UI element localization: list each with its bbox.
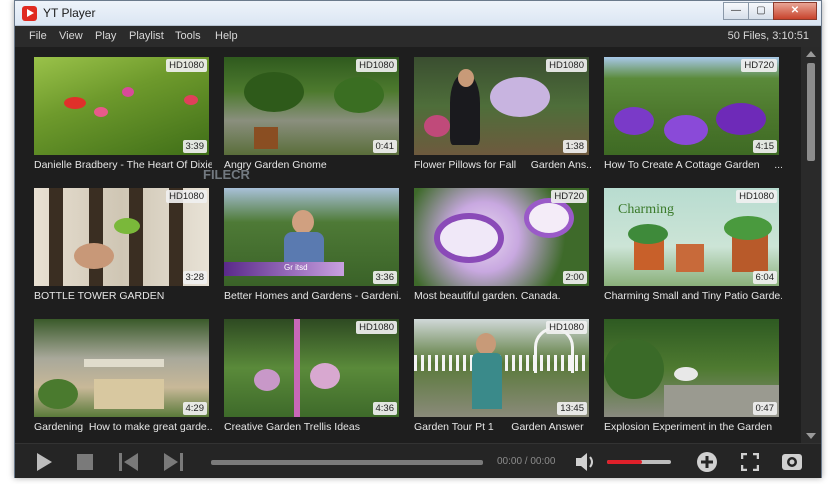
video-title: Garden Tour Pt 1 Garden Answer — [414, 421, 584, 433]
video-tile[interactable]: HD1080 3:39 Danielle Bradbery - The Hear… — [34, 57, 212, 175]
video-tile[interactable]: Gr itsd 3:36 Better Homes and Gardens - … — [224, 188, 402, 306]
video-thumbnail[interactable]: HD1080 13:45 — [414, 319, 589, 417]
video-tile[interactable]: 0:47 Explosion Experiment in the Garden — [604, 319, 779, 437]
duration-badge: 4:29 — [182, 402, 207, 415]
video-thumbnail[interactable]: HD1080 0:41 — [224, 57, 399, 155]
video-title: How To Create A Cottage Garden ... — [604, 159, 782, 171]
video-tile[interactable]: HD1080 3:28 BOTTLE TOWER GARDEN — [34, 188, 209, 306]
maximize-button[interactable]: ▢ — [748, 2, 774, 20]
previous-icon[interactable] — [119, 453, 139, 471]
watermark-text: FILECR — [203, 167, 250, 182]
duration-badge: 3:28 — [182, 271, 207, 284]
quality-badge: HD1080 — [166, 59, 207, 72]
video-tile[interactable]: Charming HD1080 6:04 Charming Small and … — [604, 188, 782, 306]
video-tile[interactable]: HD1080 4:36 Creative Garden Trellis Idea… — [224, 319, 399, 437]
next-icon[interactable] — [163, 453, 183, 471]
video-title: Better Homes and Gardens - Gardeni... — [224, 290, 402, 302]
video-thumbnail[interactable]: HD1080 3:28 — [34, 188, 209, 286]
video-tile[interactable]: HD1080 0:41 Angry Garden Gnome — [224, 57, 399, 175]
video-tile[interactable]: HD720 4:15 How To Create A Cottage Garde… — [604, 57, 782, 175]
add-icon[interactable] — [697, 452, 717, 472]
scroll-up-icon[interactable] — [806, 51, 816, 57]
close-button[interactable]: ✕ — [773, 2, 817, 20]
video-title: Flower Pillows for Fall Garden Ans... — [414, 159, 592, 171]
video-overlay-text: Gr itsd — [284, 263, 308, 272]
app-logo-icon — [22, 6, 37, 21]
video-thumbnail[interactable]: Charming HD1080 6:04 — [604, 188, 779, 286]
duration-badge: 0:47 — [752, 402, 777, 415]
duration-badge: 13:45 — [557, 402, 587, 415]
video-title: Charming Small and Tiny Patio Garde... — [604, 290, 782, 302]
video-tile[interactable]: 4:29 Gardening How to make great garde..… — [34, 319, 212, 437]
duration-badge: 0:41 — [372, 140, 397, 153]
video-title: Most beautiful garden. Canada. — [414, 290, 561, 302]
video-grid: HD1080 3:39 Danielle Bradbery - The Hear… — [15, 47, 801, 443]
quality-badge: HD1080 — [356, 59, 397, 72]
menu-file[interactable]: File — [29, 30, 47, 42]
window-title: YT Player — [43, 6, 96, 20]
minimize-button[interactable]: — — [723, 2, 749, 20]
duration-badge: 3:39 — [182, 140, 207, 153]
video-thumbnail[interactable]: HD1080 4:36 — [224, 319, 399, 417]
volume-icon[interactable] — [575, 452, 597, 472]
video-title: Explosion Experiment in the Garden — [604, 421, 773, 433]
video-thumbnail[interactable]: 0:47 — [604, 319, 779, 417]
video-tile[interactable]: HD1080 13:45 Garden Tour Pt 1 Garden Ans… — [414, 319, 589, 437]
menu-view[interactable]: View — [59, 30, 83, 42]
stop-icon[interactable] — [77, 454, 93, 470]
duration-badge: 3:36 — [372, 271, 397, 284]
quality-badge: HD720 — [741, 59, 777, 72]
seek-bar[interactable] — [211, 460, 483, 465]
duration-badge: 4:15 — [752, 140, 777, 153]
video-thumbnail[interactable]: HD720 2:00 — [414, 188, 589, 286]
scrollbar-thumb[interactable] — [807, 63, 815, 161]
video-title: Angry Garden Gnome — [224, 159, 327, 171]
eye-icon[interactable] — [781, 453, 803, 471]
video-title: Gardening How to make great garde... — [34, 421, 212, 433]
duration-badge: 4:36 — [372, 402, 397, 415]
title-bar: YT Player — ▢ ✕ — [15, 1, 821, 26]
quality-badge: HD1080 — [546, 59, 587, 72]
video-thumbnail[interactable]: HD720 4:15 — [604, 57, 779, 155]
quality-badge: HD1080 — [546, 321, 587, 334]
app-window: YT Player — ▢ ✕ File View Play Playlist … — [14, 0, 822, 478]
video-title: Creative Garden Trellis Ideas — [224, 421, 360, 433]
video-thumbnail[interactable]: HD1080 3:39 — [34, 57, 209, 155]
quality-badge: HD1080 — [166, 190, 207, 203]
video-tile[interactable]: HD720 2:00 Most beautiful garden. Canada… — [414, 188, 589, 306]
menu-tools[interactable]: Tools — [175, 30, 201, 42]
menu-help[interactable]: Help — [215, 30, 238, 42]
volume-level — [607, 460, 643, 464]
video-thumbnail[interactable]: Gr itsd 3:36 — [224, 188, 399, 286]
volume-slider[interactable] — [607, 460, 671, 464]
video-title: Danielle Bradbery - The Heart Of Dixie — [34, 159, 212, 171]
video-overlay-text: Charming — [618, 202, 674, 217]
duration-badge: 1:38 — [562, 140, 587, 153]
player-controls: 00:00 / 00:00 — [15, 443, 821, 478]
video-tile[interactable]: HD1080 1:38 Flower Pillows for Fall Gard… — [414, 57, 592, 175]
window-controls: — ▢ ✕ — [723, 2, 817, 20]
vertical-scrollbar[interactable] — [801, 47, 821, 443]
menu-playlist[interactable]: Playlist — [129, 30, 164, 42]
quality-badge: HD1080 — [736, 190, 777, 203]
video-thumbnail[interactable]: HD1080 1:38 — [414, 57, 589, 155]
video-thumbnail[interactable]: 4:29 — [34, 319, 209, 417]
menu-play[interactable]: Play — [95, 30, 116, 42]
time-display: 00:00 / 00:00 — [497, 456, 556, 467]
fullscreen-icon[interactable] — [741, 453, 759, 471]
duration-badge: 6:04 — [752, 271, 777, 284]
file-count-status: 50 Files, 3:10:51 — [727, 30, 809, 42]
duration-badge: 2:00 — [562, 271, 587, 284]
video-title: BOTTLE TOWER GARDEN — [34, 290, 165, 302]
quality-badge: HD720 — [551, 190, 587, 203]
quality-badge: HD1080 — [356, 321, 397, 334]
play-icon[interactable] — [35, 452, 53, 472]
menu-bar: File View Play Playlist Tools Help 50 Fi… — [15, 26, 821, 47]
scroll-down-icon[interactable] — [806, 433, 816, 439]
